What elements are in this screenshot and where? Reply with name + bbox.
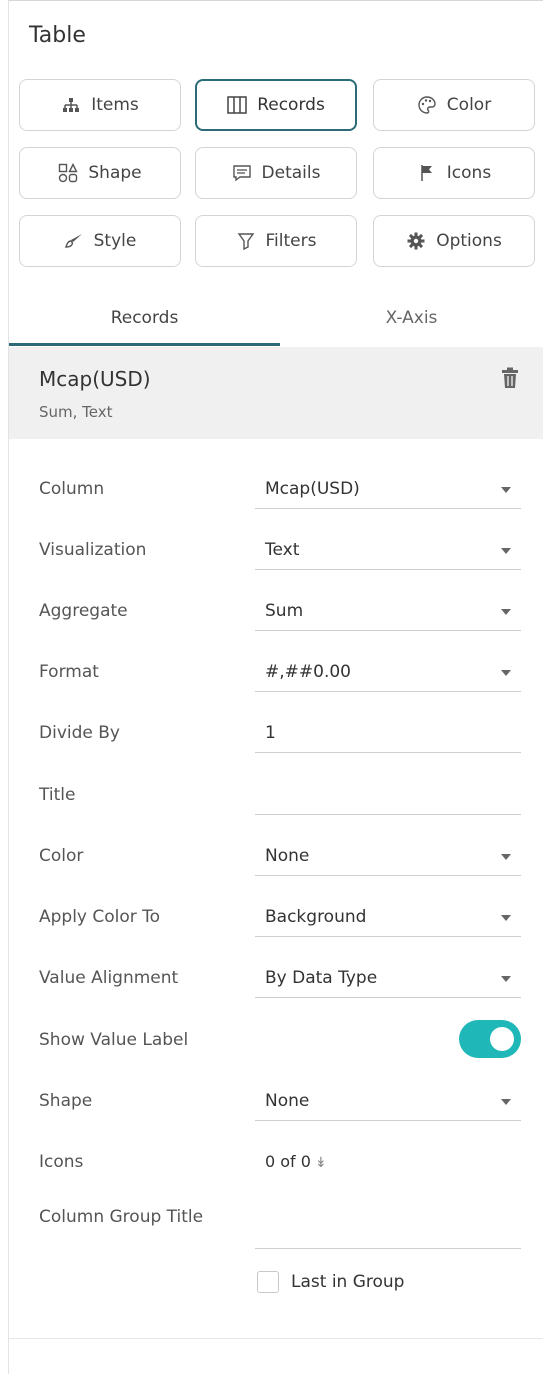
color-button-label: Color <box>446 95 492 115</box>
chevron-down-icon <box>501 1099 511 1105</box>
visualization-select[interactable]: Text <box>255 530 521 570</box>
shapes-icon <box>58 163 79 183</box>
shape-button-label: Shape <box>88 163 142 183</box>
filters-button-label: Filters <box>265 231 317 251</box>
last-in-group-label: Last in Group <box>291 1272 405 1292</box>
value-alignment-label: Value Alignment <box>39 968 179 988</box>
apply-color-to-value: Background <box>265 907 367 927</box>
visualization-row: Visualization Text <box>9 530 543 580</box>
aggregate-select[interactable]: Sum <box>255 591 521 631</box>
record-header[interactable]: Mcap(USD) Sum, Text <box>9 347 543 439</box>
color-label: Color <box>39 846 84 866</box>
style-button[interactable]: Style <box>19 215 181 267</box>
title-label: Title <box>39 785 76 805</box>
aggregate-label: Aggregate <box>39 601 128 621</box>
records-button-label: Records <box>257 95 325 115</box>
apply-color-to-select[interactable]: Background <box>255 897 521 937</box>
format-row: Format #,##0.00 <box>9 652 543 702</box>
column-label: Column <box>39 479 105 499</box>
details-button-label: Details <box>261 163 321 183</box>
filter-icon <box>236 231 256 251</box>
divide-by-label: Divide By <box>39 723 120 743</box>
title-input[interactable] <box>255 775 521 815</box>
chevron-down-icon <box>501 670 511 676</box>
table-settings-panel: Table Items Records Color Shape Details … <box>8 0 543 1374</box>
chevron-down-icon <box>501 609 511 615</box>
double-chevron-down-icon: ↡ <box>314 1155 327 1171</box>
chevron-down-icon <box>501 854 511 860</box>
value-alignment-row: Value Alignment By Data Type <box>9 958 543 1008</box>
apply-color-to-row: Apply Color To Background <box>9 897 543 947</box>
divider <box>9 1338 543 1339</box>
column-select[interactable]: Mcap(USD) <box>255 469 521 509</box>
items-button[interactable]: Items <box>19 79 181 131</box>
trash-icon[interactable] <box>501 367 519 389</box>
comment-icon <box>232 163 252 183</box>
tab-x-axis[interactable]: X-Axis <box>280 291 543 345</box>
color-button[interactable]: Color <box>373 79 535 131</box>
show-value-label-label: Show Value Label <box>39 1030 189 1050</box>
icons-row: Icons 0 of 0 ↡ <box>9 1142 543 1192</box>
format-label: Format <box>39 662 99 682</box>
value-alignment-value: By Data Type <box>265 968 378 988</box>
show-value-label-row: Show Value Label <box>9 1020 543 1070</box>
last-in-group-row: Last in Group <box>257 1267 404 1297</box>
color-row: Color None <box>9 836 543 886</box>
chevron-down-icon <box>501 487 511 493</box>
column-group-title-row: Column Group Title <box>9 1197 543 1249</box>
icons-value: 0 of 0 <box>265 1152 311 1171</box>
aggregate-value: Sum <box>265 601 304 621</box>
color-select[interactable]: None <box>255 836 521 876</box>
columns-icon <box>227 95 247 115</box>
divide-by-row: Divide By 1 <box>9 713 543 763</box>
title-row: Title <box>9 775 543 825</box>
options-button[interactable]: Options <box>373 215 535 267</box>
hierarchy-icon <box>61 95 81 115</box>
details-button[interactable]: Details <box>195 147 357 199</box>
last-in-group-checkbox[interactable] <box>257 1271 279 1293</box>
chevron-down-icon <box>501 548 511 554</box>
column-value: Mcap(USD) <box>265 479 360 499</box>
items-button-label: Items <box>91 95 139 115</box>
tab-bar: Records X-Axis <box>9 291 543 346</box>
filters-button[interactable]: Filters <box>195 215 357 267</box>
chevron-down-icon <box>501 915 511 921</box>
panel-title: Table <box>29 23 86 48</box>
shape-button[interactable]: Shape <box>19 147 181 199</box>
icons-button-label: Icons <box>446 163 492 183</box>
column-group-title-label: Column Group Title <box>39 1207 204 1227</box>
aggregate-row: Aggregate Sum <box>9 591 543 641</box>
divide-by-value: 1 <box>265 723 276 743</box>
column-row: Column Mcap(USD) <box>9 469 543 519</box>
record-name: Mcap(USD) <box>39 367 151 391</box>
visualization-label: Visualization <box>39 540 147 560</box>
icons-button[interactable]: Icons <box>373 147 535 199</box>
gear-icon <box>406 231 426 251</box>
column-group-title-input[interactable] <box>255 1209 521 1249</box>
divide-by-input[interactable]: 1 <box>255 713 521 753</box>
shape-value: None <box>265 1091 310 1111</box>
color-value: None <box>265 846 310 866</box>
format-value: #,##0.00 <box>265 662 351 682</box>
chevron-down-icon <box>501 976 511 982</box>
toggle-knob <box>490 1027 514 1051</box>
palette-icon <box>417 95 437 115</box>
records-button[interactable]: Records <box>195 79 357 131</box>
icons-selector[interactable]: 0 of 0 ↡ <box>265 1152 327 1171</box>
format-select[interactable]: #,##0.00 <box>255 652 521 692</box>
icons-label: Icons <box>39 1152 84 1172</box>
value-alignment-select[interactable]: By Data Type <box>255 958 521 998</box>
show-value-label-toggle[interactable] <box>459 1020 521 1058</box>
visualization-value: Text <box>265 540 300 560</box>
style-button-label: Style <box>93 231 137 251</box>
tab-records[interactable]: Records <box>9 291 280 346</box>
flag-icon <box>417 163 437 183</box>
shape-select[interactable]: None <box>255 1081 521 1121</box>
shape-row: Shape None <box>9 1081 543 1131</box>
options-button-label: Options <box>436 231 502 251</box>
record-summary: Sum, Text <box>39 403 113 421</box>
shape-label: Shape <box>39 1091 93 1111</box>
brush-icon <box>64 231 84 251</box>
apply-color-to-label: Apply Color To <box>39 907 161 927</box>
